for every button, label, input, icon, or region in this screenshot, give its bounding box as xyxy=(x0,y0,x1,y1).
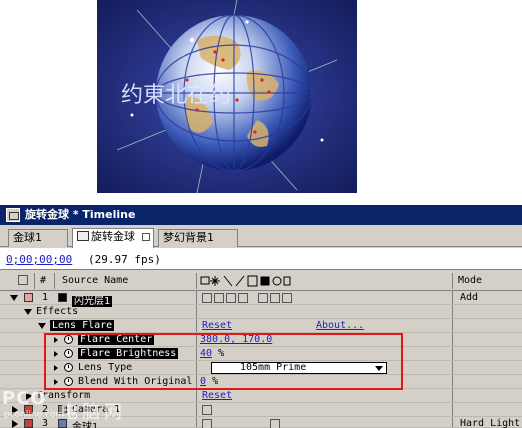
video-switch[interactable] xyxy=(202,419,212,428)
motion-blur-switch[interactable] xyxy=(270,419,280,428)
expand-property-icon[interactable] xyxy=(54,351,58,357)
globe-overlay-text: 约東北在约 xyxy=(121,83,231,108)
chevron-down-icon[interactable] xyxy=(375,366,383,371)
expand-lens-flare-icon[interactable] xyxy=(38,323,46,329)
layer-number: 2 xyxy=(42,404,49,415)
flare-center-row[interactable]: Flare Center 380.0, 170.0 xyxy=(0,333,522,347)
layer-number: 3 xyxy=(42,418,49,428)
expand-property-icon[interactable] xyxy=(54,365,58,371)
lens-type-label: Lens Type xyxy=(78,362,133,373)
layer-color-label[interactable] xyxy=(24,419,33,428)
footage-layer-icon xyxy=(58,419,67,428)
column-number: # xyxy=(40,275,47,286)
flare-brightness-label: Flare Brightness xyxy=(78,348,179,359)
timecode-row: 0;00;00;00 (29.97 fps) xyxy=(0,248,522,270)
effects-group-row[interactable]: Effects xyxy=(0,305,522,319)
composition-preview: 约東北在约 xyxy=(97,0,357,193)
timeline-panel: 旋转金球 * Timeline 金球1 旋转金球 梦幻背景1 0;00;00;0… xyxy=(0,205,522,428)
expand-layer-icon[interactable] xyxy=(10,295,18,301)
layer-name[interactable]: 金球1 xyxy=(72,418,98,428)
blend-with-original-label: Blend With Original xyxy=(78,376,193,387)
window-title: 旋转金球 * Timeline xyxy=(25,208,136,221)
flare-center-value[interactable]: 380.0, 170.0 xyxy=(200,334,272,345)
layer-row-3[interactable]: 3 金球1 Hard Light xyxy=(0,417,522,428)
lens-type-dropdown[interactable]: 105mm Prime xyxy=(211,362,387,374)
column-header-row: # Source Name Mode xyxy=(0,271,522,291)
flare-brightness-unit: % xyxy=(218,348,225,359)
tab-jinqiu1[interactable]: 金球1 xyxy=(8,229,68,247)
layer-color-label[interactable] xyxy=(24,293,33,302)
blend-with-original-row[interactable]: Blend With Original 0 % xyxy=(0,375,522,389)
tab-label: 旋转金球 xyxy=(91,230,135,243)
effect-switch[interactable] xyxy=(238,293,248,303)
shy-switch-icon[interactable] xyxy=(18,275,28,285)
tab-xuanzhuan-jinqiu[interactable]: 旋转金球 xyxy=(72,228,154,248)
stopwatch-icon[interactable] xyxy=(64,377,73,386)
lens-flare-about-link[interactable]: About... xyxy=(316,320,364,331)
camera-layer-icon xyxy=(58,405,67,414)
layer-color-label[interactable] xyxy=(24,405,33,414)
stopwatch-icon[interactable] xyxy=(64,349,73,358)
layer-mode[interactable]: Hard Light xyxy=(460,418,520,428)
layer-switches-icons xyxy=(200,275,291,287)
composition-icon xyxy=(77,231,89,241)
lens-flare-reset-link[interactable]: Reset xyxy=(202,320,232,331)
motion-blur-switch[interactable] xyxy=(270,293,280,303)
transform-row[interactable]: Transform Reset xyxy=(0,389,522,403)
lens-type-row[interactable]: Lens Type 105mm Prime xyxy=(0,361,522,375)
quality-switch[interactable] xyxy=(226,293,236,303)
expand-layer-icon[interactable] xyxy=(12,406,18,414)
collapse-switch[interactable] xyxy=(214,293,224,303)
expand-property-icon[interactable] xyxy=(54,337,58,343)
adjustment-switch[interactable] xyxy=(282,293,292,303)
layer-number: 1 xyxy=(42,292,49,303)
video-switch[interactable] xyxy=(202,405,212,415)
blend-with-original-unit: % xyxy=(212,376,219,387)
blend-with-original-value[interactable]: 0 xyxy=(200,376,206,387)
current-time-display[interactable]: 0;00;00;00 xyxy=(6,253,72,266)
globe-render: 约東北在约 xyxy=(97,0,357,193)
column-source-name[interactable]: Source Name xyxy=(62,275,128,286)
solid-layer-icon xyxy=(58,293,67,302)
tab-label: 金球1 xyxy=(13,231,42,244)
layer-name[interactable]: Camera 1 xyxy=(72,404,120,415)
layer-rows: 1 闪光层1 Add Effects Lens Flare Reset Abou… xyxy=(0,291,522,428)
flare-center-label: Flare Center xyxy=(78,334,155,345)
layer-mode[interactable]: Add xyxy=(460,292,478,303)
stopwatch-icon[interactable] xyxy=(64,335,73,344)
transform-label: Transform xyxy=(36,390,91,401)
composition-tabs: 金球1 旋转金球 梦幻背景1 xyxy=(0,225,522,248)
timeline-title-bar[interactable]: 旋转金球 * Timeline xyxy=(0,205,522,225)
layer-row-2[interactable]: 2 Camera 1 xyxy=(0,403,522,417)
frame-rate-label: (29.97 fps) xyxy=(88,253,161,266)
expand-layer-icon[interactable] xyxy=(12,420,18,428)
lens-flare-row[interactable]: Lens Flare Reset About... xyxy=(0,319,522,333)
tab-close-icon[interactable] xyxy=(142,233,150,241)
transform-reset-link[interactable]: Reset xyxy=(202,390,232,401)
effects-label: Effects xyxy=(36,306,79,317)
tab-menghuan-beijing1[interactable]: 梦幻背景1 xyxy=(158,229,238,247)
flare-brightness-value[interactable]: 40 xyxy=(200,348,212,359)
stopwatch-icon[interactable] xyxy=(64,363,73,372)
flare-brightness-row[interactable]: Flare Brightness 40 % xyxy=(0,347,522,361)
layer-row-1[interactable]: 1 闪光层1 Add xyxy=(0,291,522,307)
lens-flare-label[interactable]: Lens Flare xyxy=(50,320,115,331)
lens-type-selected: 105mm Prime xyxy=(240,362,307,373)
timeline-window-icon xyxy=(6,208,20,222)
tab-label: 梦幻背景1 xyxy=(163,231,214,244)
frame-blend-switch[interactable] xyxy=(258,293,268,303)
video-switch[interactable] xyxy=(202,293,212,303)
expand-transform-icon[interactable] xyxy=(26,392,32,400)
column-mode: Mode xyxy=(458,275,483,286)
expand-property-icon[interactable] xyxy=(54,379,58,385)
expand-effects-icon[interactable] xyxy=(24,309,32,315)
